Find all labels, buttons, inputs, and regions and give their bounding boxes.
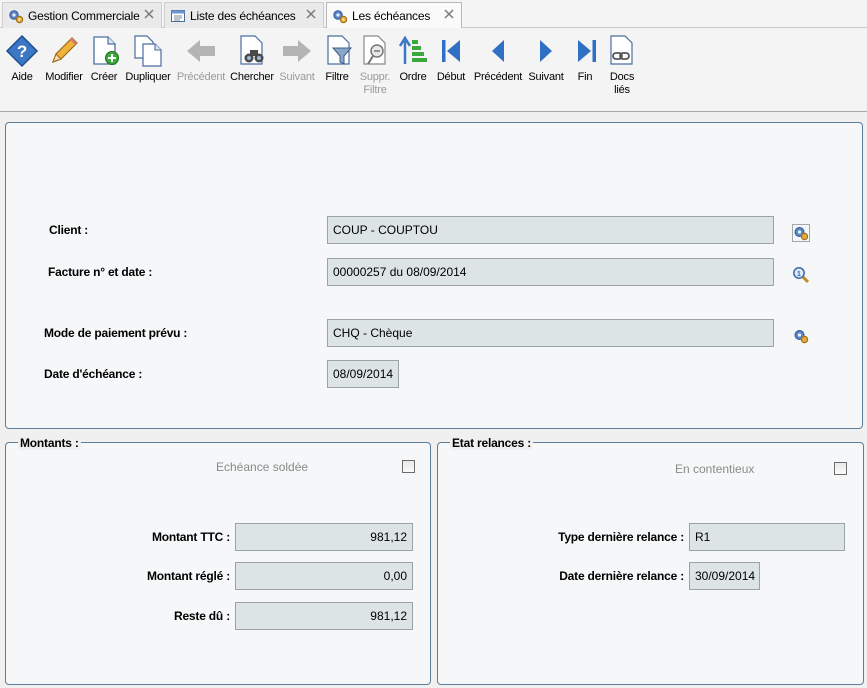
filter-icon [327,35,353,65]
tab-liste-echeances[interactable]: Liste des échéances [164,2,324,28]
facture-field[interactable]: 00000257 du 08/09/2014 [327,258,774,286]
montant-ttc-label: Montant TTC : [151,530,230,544]
gears-icon [333,10,348,24]
chercher-button[interactable]: Chercher [230,34,274,84]
tab-label: Liste des échéances [190,8,296,23]
date-echeance-field[interactable]: 08/09/2014 [327,360,399,388]
type-relance-field[interactable]: R1 [689,523,845,551]
pencil-icon [51,37,78,64]
docs-lies-button[interactable]: Docs liés [605,34,639,97]
magnifier-icon[interactable]: 1 [792,266,810,284]
svg-text:1: 1 [797,271,801,278]
next-record-icon [540,40,552,62]
client-field[interactable]: COUP - COUPTOU [327,216,774,244]
remove-filter-icon [363,35,386,65]
date-relance-label: Date dernière relance : [559,569,684,583]
en-contentieux-label: En contentieux [675,462,755,476]
mode-paiement-field[interactable]: CHQ - Chèque [327,319,774,347]
gears-icon[interactable] [792,224,810,242]
binoculars-document-icon [240,35,264,65]
close-icon[interactable] [142,7,156,21]
arrow-left-icon [187,40,215,62]
reste-du-label: Reste dû : [173,609,230,623]
precedent-button[interactable]: Précédent [472,34,524,84]
modifier-button[interactable]: Modifier [42,34,86,84]
filtre-button[interactable]: Filtre [322,34,353,84]
list-window-icon [171,9,185,22]
gears-icon[interactable] [792,327,810,345]
mode-paiement-label: Mode de paiement prévu : [44,326,188,340]
precedent-disabled-button[interactable]: Précédent [175,34,227,84]
svg-text:?: ? [17,42,27,61]
montants-title: Montants : [18,436,81,450]
gears-icon [9,9,24,23]
date-echeance-label: Date d'échéance : [44,367,143,381]
facture-label: Facture n° et date : [48,265,153,279]
echeance-soldee-checkbox[interactable] [402,460,415,473]
sort-icon [398,35,427,64]
suivant-button[interactable]: Suivant [526,34,566,84]
type-relance-label: Type dernière relance : [558,530,684,544]
montant-ttc-field[interactable]: 981,12 [235,523,413,551]
en-contentieux-checkbox[interactable] [834,462,847,475]
arrow-right-icon [283,40,311,62]
suivant-disabled-button[interactable]: Suivant [277,34,317,84]
previous-record-icon [492,40,504,62]
toolbar: ? Aide Modifier Créer Dupliquer Précéden… [0,28,867,112]
reste-du-field[interactable]: 981,12 [235,602,413,630]
date-relance-field[interactable]: 30/09/2014 [689,562,760,590]
close-icon[interactable] [442,7,456,21]
echeance-soldee-label: Echéance soldée [216,460,309,474]
tab-strip: Gestion Commerciale Liste des échéances … [0,0,867,29]
montant-regle-label: Montant réglé : [147,569,230,583]
tab-label: Gestion Commerciale [28,8,140,23]
new-document-icon [93,36,119,65]
debut-button[interactable]: Début [434,34,468,84]
relances-panel [437,442,864,685]
help-icon: ? [5,34,39,68]
tab-label: Les échéances [352,9,431,23]
fin-button[interactable]: Fin [570,34,600,84]
relances-title: Etat relances : [450,436,534,450]
first-record-icon [442,40,460,62]
suppr-filtre-button[interactable]: Suppr. Filtre [357,34,393,97]
client-label: Client : [49,223,89,237]
dupliquer-button[interactable]: Dupliquer [124,34,172,84]
tab-gestion-commerciale[interactable]: Gestion Commerciale [2,2,162,28]
linked-documents-icon [610,35,633,65]
aide-button[interactable]: ? Aide [4,34,40,84]
duplicate-icon [134,35,162,67]
last-record-icon [578,40,596,62]
tab-les-echeances[interactable]: Les échéances [326,2,462,29]
ordre-button[interactable]: Ordre [397,34,429,84]
creer-button[interactable]: Créer [88,34,120,84]
montant-regle-field[interactable]: 0,00 [235,562,413,590]
close-icon[interactable] [304,7,318,21]
